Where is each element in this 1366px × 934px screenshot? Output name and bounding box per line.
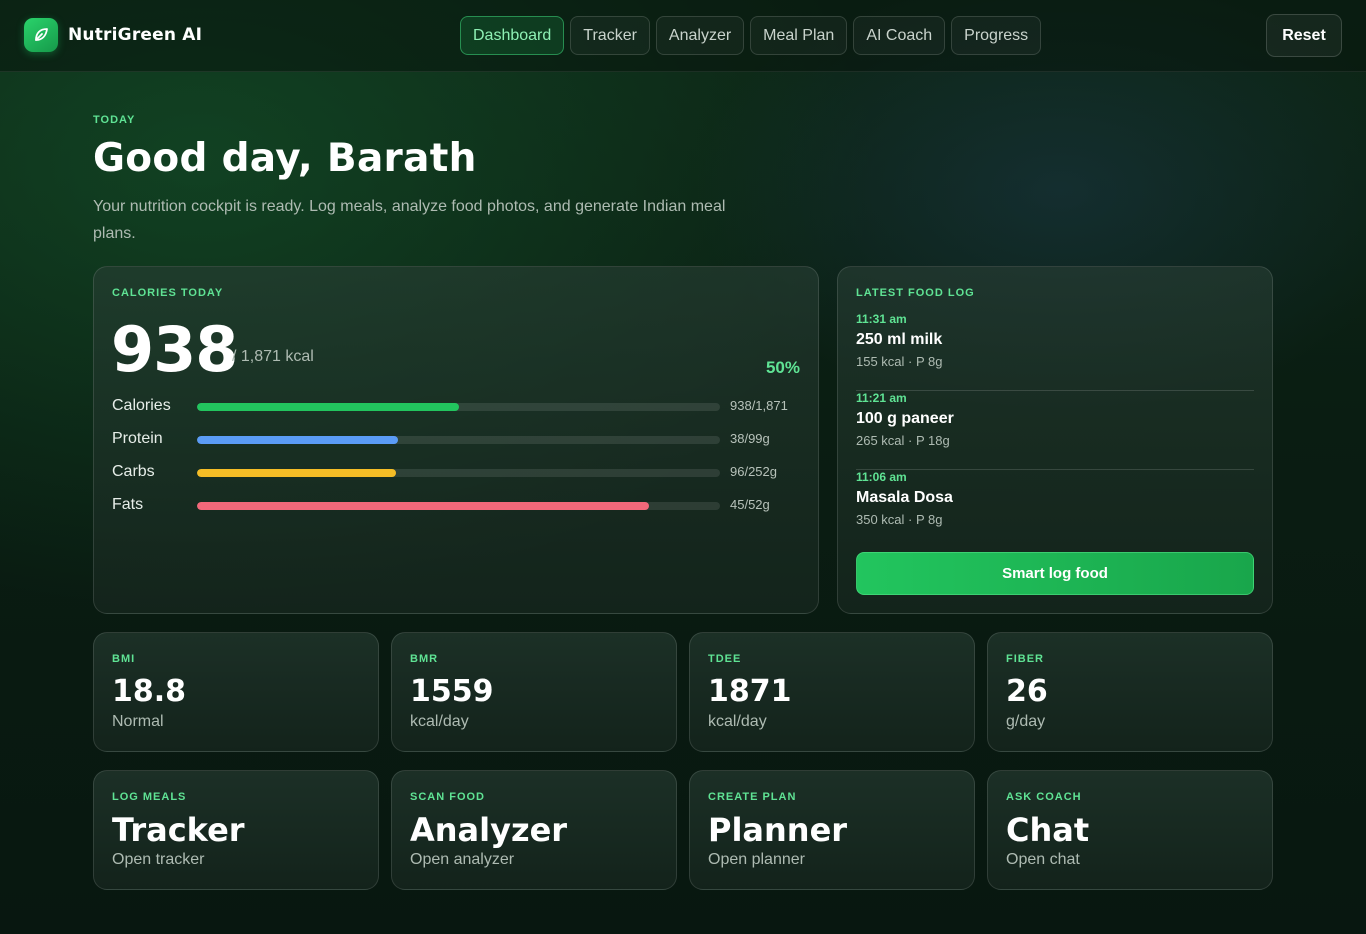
- stat-sub: g/day: [1006, 713, 1046, 730]
- stat-sub: kcal/day: [410, 713, 469, 730]
- reset-button[interactable]: Reset: [1266, 14, 1342, 57]
- action-eyebrow: ASK COACH: [1006, 791, 1082, 803]
- food-log-name: Masala Dosa: [856, 489, 953, 506]
- macro-value: 45/52g: [730, 497, 770, 512]
- calories-consumed: 938: [111, 313, 238, 386]
- food-log-meta: 155 kcal · P 8g: [856, 354, 943, 369]
- smart-log-food-button[interactable]: Smart log food: [856, 552, 1254, 595]
- action-card-analyzer[interactable]: SCAN FOOD Analyzer Open analyzer: [391, 770, 677, 890]
- food-log-time: 11:21 am: [856, 391, 907, 405]
- action-title: Analyzer: [410, 811, 568, 849]
- tab-analyzer[interactable]: Analyzer: [655, 16, 745, 55]
- action-sub: Open tracker: [112, 851, 205, 868]
- stat-sub: kcal/day: [708, 713, 767, 730]
- stat-eyebrow: TDEE: [708, 653, 742, 665]
- tab-tracker[interactable]: Tracker: [570, 16, 650, 55]
- action-card-tracker[interactable]: LOG MEALS Tracker Open tracker: [93, 770, 379, 890]
- stat-sub: Normal: [112, 713, 164, 730]
- stat-value: 18.8: [112, 674, 187, 709]
- food-log-eyebrow: LATEST FOOD LOG: [856, 287, 975, 299]
- macro-label: Calories: [112, 397, 171, 414]
- macro-row-protein: Protein 38/99g: [112, 430, 802, 450]
- action-sub: Open planner: [708, 851, 805, 868]
- macro-track: [197, 469, 720, 477]
- stat-value: 26: [1006, 674, 1048, 709]
- macro-label: Fats: [112, 496, 144, 513]
- macro-label: Protein: [112, 430, 163, 447]
- stat-card-bmr: BMR 1559 kcal/day: [391, 632, 677, 752]
- page-title: Good day, Barath: [93, 136, 477, 181]
- stat-eyebrow: BMR: [410, 653, 439, 665]
- food-log-name: 250 ml milk: [856, 331, 943, 348]
- page-subtitle: Your nutrition cockpit is ready. Log mea…: [93, 198, 726, 242]
- macro-label: Carbs: [112, 463, 155, 480]
- macro-row-fats: Fats 45/52g: [112, 496, 802, 516]
- food-log-meta: 350 kcal · P 8g: [856, 512, 943, 527]
- food-log-card: LATEST FOOD LOG 11:31 am 250 ml milk 155…: [837, 266, 1273, 614]
- stat-card-bmi: BMI 18.8 Normal: [93, 632, 379, 752]
- stat-value: 1871: [708, 674, 792, 709]
- food-log-meta: 265 kcal · P 18g: [856, 433, 950, 448]
- carbs-progress-fill: [197, 469, 397, 477]
- food-log-item[interactable]: 11:31 am 250 ml milk 155 kcal · P 8g: [856, 312, 1254, 391]
- macro-value: 938/1,871: [730, 398, 788, 413]
- tab-meal-plan[interactable]: Meal Plan: [750, 16, 848, 55]
- action-title: Tracker: [112, 811, 245, 849]
- stat-card-tdee: TDEE 1871 kcal/day: [689, 632, 975, 752]
- food-log-time: 11:31 am: [856, 312, 907, 326]
- tab-dashboard[interactable]: Dashboard: [460, 16, 565, 55]
- food-log-name: 100 g paneer: [856, 410, 954, 427]
- action-title: Chat: [1006, 811, 1090, 849]
- food-log-item[interactable]: 11:21 am 100 g paneer 265 kcal · P 18g: [856, 391, 1254, 470]
- action-eyebrow: CREATE PLAN: [708, 791, 797, 803]
- stat-eyebrow: BMI: [112, 653, 136, 665]
- macro-value: 38/99g: [730, 431, 770, 446]
- fats-progress-fill: [197, 502, 650, 510]
- macro-row-calories: Calories 938/1,871: [112, 397, 802, 417]
- macro-track: [197, 403, 720, 411]
- calories-progress-fill: [197, 403, 460, 411]
- leaf-icon: [24, 18, 58, 52]
- calories-goal: / 1,871 kcal: [232, 348, 314, 365]
- top-bar: NutriGreen AI Dashboard Tracker Analyzer…: [0, 0, 1366, 72]
- action-eyebrow: SCAN FOOD: [410, 791, 485, 803]
- calories-card: CALORIES TODAY 938 / 1,871 kcal 50% Calo…: [93, 266, 819, 614]
- macro-row-carbs: Carbs 96/252g: [112, 463, 802, 483]
- brand[interactable]: NutriGreen AI: [24, 18, 202, 52]
- stat-card-fiber: FIBER 26 g/day: [987, 632, 1273, 752]
- main-nav: Dashboard Tracker Analyzer Meal Plan AI …: [460, 16, 1042, 55]
- action-card-planner[interactable]: CREATE PLAN Planner Open planner: [689, 770, 975, 890]
- macro-value: 96/252g: [730, 464, 777, 479]
- tab-progress[interactable]: Progress: [951, 16, 1042, 55]
- macro-track: [197, 502, 720, 510]
- brand-name: NutriGreen AI: [68, 25, 203, 45]
- action-title: Planner: [708, 811, 848, 849]
- action-sub: Open analyzer: [410, 851, 515, 868]
- stat-value: 1559: [410, 674, 494, 709]
- hero-eyebrow: TODAY: [93, 114, 136, 126]
- calories-eyebrow: CALORIES TODAY: [112, 287, 224, 299]
- calories-percent: 50%: [765, 358, 800, 377]
- action-card-chat[interactable]: ASK COACH Chat Open chat: [987, 770, 1273, 890]
- tab-ai-coach[interactable]: AI Coach: [853, 16, 946, 55]
- food-log-item[interactable]: 11:06 am Masala Dosa 350 kcal · P 8g: [856, 470, 1254, 549]
- action-eyebrow: LOG MEALS: [112, 791, 187, 803]
- action-sub: Open chat: [1006, 851, 1080, 868]
- stat-eyebrow: FIBER: [1006, 653, 1044, 665]
- macro-track: [197, 436, 720, 444]
- protein-progress-fill: [197, 436, 398, 444]
- food-log-time: 11:06 am: [856, 470, 907, 484]
